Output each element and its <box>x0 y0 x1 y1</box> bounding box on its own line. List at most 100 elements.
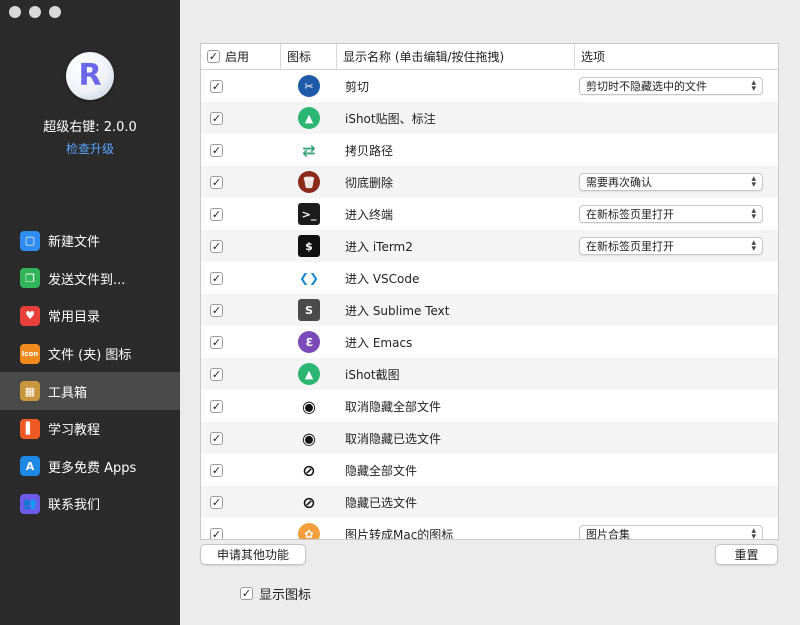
item-name[interactable]: 剪切 <box>337 70 575 102</box>
option-select[interactable]: 剪切时不隐藏选中的文件 ▴ ▾ <box>579 77 763 95</box>
zoom-window-button[interactable] <box>49 6 61 18</box>
table-row[interactable]: ✓ ℇ 进入 Emacs <box>201 326 778 358</box>
ishot-pin-icon: ▲ <box>298 107 320 129</box>
item-name[interactable]: 拷贝路径 <box>337 134 575 166</box>
heart-icon: ♥ <box>20 305 40 326</box>
chevron-updown-icon: ▴ ▾ <box>751 526 756 540</box>
option-select[interactable]: 需要再次确认 ▴ ▾ <box>579 173 763 191</box>
enabled-cell: ✓ <box>201 70 281 102</box>
icon-cell: ◉ <box>281 422 337 454</box>
icon-cell: ▲ <box>281 358 337 390</box>
item-name[interactable]: iShot截图 <box>337 358 575 390</box>
item-name[interactable]: 进入 VSCode <box>337 262 575 294</box>
sidebar-item-label: 工具箱 <box>48 385 88 401</box>
reset-button[interactable]: 重置 <box>715 544 778 565</box>
table-row[interactable]: ✓ ◉ 取消隐藏已选文件 <box>201 422 778 454</box>
header-options[interactable]: 选项 <box>575 44 778 69</box>
table-row[interactable]: ✓ ✂ 剪切 剪切时不隐藏选中的文件 ▴ ▾ <box>201 70 778 102</box>
sidebar-item[interactable]: A 更多免费 Apps <box>0 448 180 486</box>
vscode-icon: ❮❯ <box>298 271 320 285</box>
header-icon[interactable]: 图标 <box>281 44 337 69</box>
toolbox-table: ✓ 启用 图标 显示名称 (单击编辑/按住拖拽) 选项 ✓ ✂ 剪切 剪切时不隐藏选中… <box>200 43 779 540</box>
sidebar-item[interactable]: ❐ 发送文件到... <box>0 260 180 298</box>
book-icon: ▌ <box>20 418 40 439</box>
enabled-checkbox[interactable]: ✓ <box>210 367 223 381</box>
item-name[interactable]: 进入 iTerm2 <box>337 230 575 262</box>
table-row[interactable]: ✓ ⇄ 拷贝路径 <box>201 134 778 166</box>
enabled-cell: ✓ <box>201 422 281 454</box>
enabled-cell: ✓ <box>201 326 281 358</box>
item-name[interactable]: 取消隐藏已选文件 <box>337 422 575 454</box>
sidebar-item[interactable]: ▦ 工具箱 <box>0 372 180 410</box>
item-name[interactable]: 取消隐藏全部文件 <box>337 390 575 422</box>
item-name[interactable]: iShot贴图、标注 <box>337 102 575 134</box>
enabled-checkbox[interactable]: ✓ <box>210 271 223 285</box>
enabled-checkbox[interactable]: ✓ <box>210 463 223 477</box>
table-row[interactable]: ✓ S 进入 Sublime Text <box>201 294 778 326</box>
table-row[interactable]: ✓ $ 进入 iTerm2 在新标签页里打开 ▴ ▾ <box>201 230 778 262</box>
iterm2-icon: $ <box>298 235 320 257</box>
enabled-checkbox[interactable]: ✓ <box>210 335 223 349</box>
enabled-checkbox[interactable]: ✓ <box>210 207 223 221</box>
icon-cell: 🗑 <box>281 166 337 198</box>
request-feature-button[interactable]: 申请其他功能 <box>200 544 306 565</box>
item-name[interactable]: 彻底删除 <box>337 166 575 198</box>
enabled-checkbox[interactable]: ✓ <box>210 495 223 509</box>
chevron-updown-icon: ▴ ▾ <box>751 174 756 190</box>
options-cell <box>575 358 778 390</box>
options-cell <box>575 102 778 134</box>
sidebar-item-label: 学习教程 <box>48 423 101 439</box>
item-name[interactable]: 进入 Sublime Text <box>337 294 575 326</box>
close-window-button[interactable] <box>9 6 21 18</box>
enabled-checkbox[interactable]: ✓ <box>210 111 223 125</box>
item-name[interactable]: 隐藏已选文件 <box>337 486 575 518</box>
table-row[interactable]: ✓ ◉ 取消隐藏全部文件 <box>201 390 778 422</box>
table-row[interactable]: ✓ 🗑 彻底删除 需要再次确认 ▴ ▾ <box>201 166 778 198</box>
select-all-checkbox[interactable]: ✓ <box>207 50 220 63</box>
enabled-checkbox[interactable]: ✓ <box>210 303 223 317</box>
check-upgrade-link[interactable]: 检查升级 <box>0 140 180 157</box>
sidebar-item[interactable]: ▌ 学习教程 <box>0 410 180 448</box>
table-row[interactable]: ✓ >_ 进入终端 在新标签页里打开 ▴ ▾ <box>201 198 778 230</box>
enabled-checkbox[interactable]: ✓ <box>210 143 223 157</box>
option-select-value: 在新标签页里打开 <box>586 208 674 221</box>
options-cell: 剪切时不隐藏选中的文件 ▴ ▾ <box>575 70 778 102</box>
table-row[interactable]: ✓ ✿ 图片转成Mac的图标 图片合集 ▴ ▾ <box>201 518 778 540</box>
option-select[interactable]: 在新标签页里打开 ▴ ▾ <box>579 205 763 223</box>
item-name[interactable]: 进入终端 <box>337 198 575 230</box>
sidebar-item[interactable]: ▢ 新建文件 <box>0 222 180 260</box>
sidebar-item[interactable]: Icon 文件 (夹) 图标 <box>0 335 180 373</box>
eye-slash-icon: ⊘ <box>302 460 316 480</box>
enabled-checkbox[interactable]: ✓ <box>210 175 223 189</box>
minimize-window-button[interactable] <box>29 6 41 18</box>
table-row[interactable]: ✓ ⊘ 隐藏已选文件 <box>201 486 778 518</box>
chevron-updown-icon: ▴ ▾ <box>751 206 756 222</box>
ishot-capture-icon: ▲ <box>298 363 320 385</box>
item-name[interactable]: 图片转成Mac的图标 <box>337 518 575 540</box>
sublime-icon: S <box>298 299 320 321</box>
item-name[interactable]: 进入 Emacs <box>337 326 575 358</box>
header-name[interactable]: 显示名称 (单击编辑/按住拖拽) <box>337 44 575 69</box>
chevron-updown-icon: ▴ ▾ <box>751 78 756 94</box>
option-select-value: 在新标签页里打开 <box>586 240 674 253</box>
show-icon-checkbox[interactable]: ✓ <box>240 587 253 600</box>
table-row[interactable]: ✓ ▲ iShot贴图、标注 <box>201 102 778 134</box>
icon-cell: ⊘ <box>281 454 337 486</box>
sidebar-item[interactable]: ♥ 常用目录 <box>0 297 180 335</box>
show-icon-toggle[interactable]: ✓ 显示图标 <box>240 584 311 603</box>
table-row[interactable]: ✓ ❮❯ 进入 VSCode <box>201 262 778 294</box>
enabled-checkbox[interactable]: ✓ <box>210 431 223 445</box>
enabled-checkbox[interactable]: ✓ <box>210 79 223 93</box>
enabled-checkbox[interactable]: ✓ <box>210 527 223 539</box>
header-enabled[interactable]: ✓ 启用 <box>201 44 281 69</box>
option-select[interactable]: 图片合集 ▴ ▾ <box>579 525 763 540</box>
table-row[interactable]: ✓ ▲ iShot截图 <box>201 358 778 390</box>
options-cell <box>575 486 778 518</box>
sidebar-item[interactable]: 👥 联系我们 <box>0 485 180 523</box>
enabled-checkbox[interactable]: ✓ <box>210 239 223 253</box>
option-select[interactable]: 在新标签页里打开 ▴ ▾ <box>579 237 763 255</box>
item-name[interactable]: 隐藏全部文件 <box>337 454 575 486</box>
enabled-checkbox[interactable]: ✓ <box>210 399 223 413</box>
eye-icon: ◉ <box>302 396 316 416</box>
table-row[interactable]: ✓ ⊘ 隐藏全部文件 <box>201 454 778 486</box>
